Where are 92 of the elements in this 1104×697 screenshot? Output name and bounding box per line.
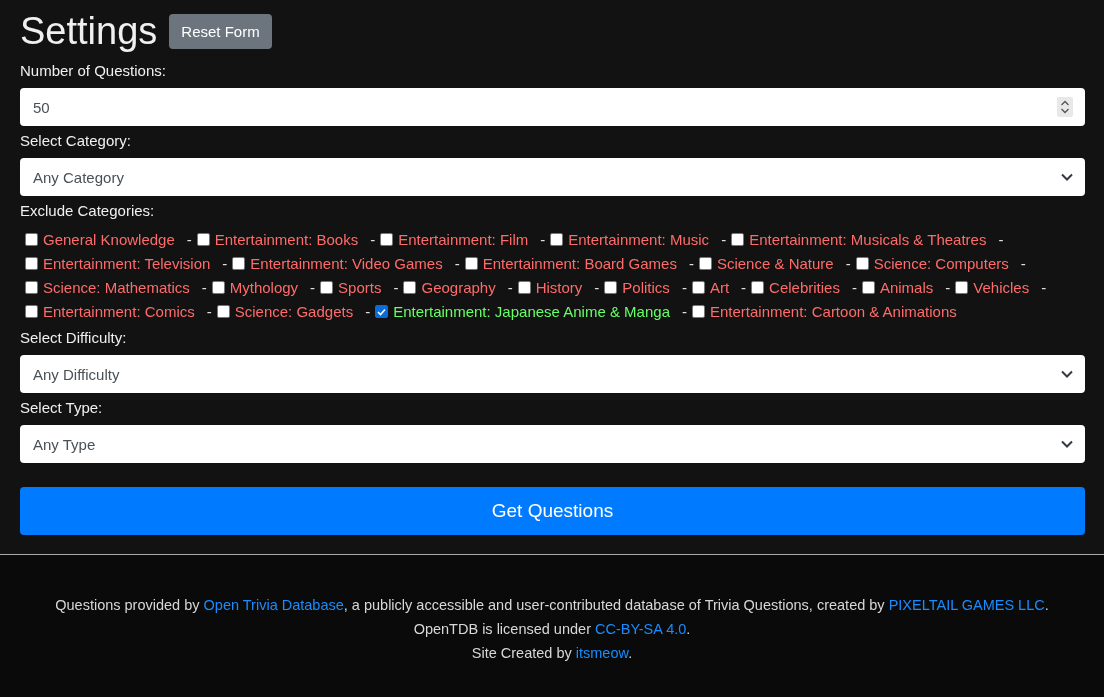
field-label: Number of Questions:	[20, 62, 167, 79]
separator-dash: -	[998, 230, 1004, 249]
category-label[interactable]: Entertainment: Books	[214, 230, 359, 249]
category-label[interactable]: Science: Computers	[873, 254, 1009, 273]
separator-dash: -	[721, 230, 727, 249]
category-label[interactable]: Art	[709, 278, 730, 297]
separator-dash: -	[222, 254, 228, 273]
separator-dash: -	[845, 254, 851, 273]
footer-link[interactable]: PIXELTAIL GAMES LLC	[888, 597, 1045, 613]
reset-form-button[interactable]: Reset Form	[169, 13, 272, 49]
page-title: Settings	[20, 9, 158, 54]
checkbox[interactable]	[211, 281, 225, 294]
category-label[interactable]: History	[535, 278, 583, 297]
category-label[interactable]: Celebrities	[769, 278, 840, 297]
category-label[interactable]: Animals	[879, 278, 934, 297]
select-dropdown[interactable]: Any Category	[20, 158, 1085, 196]
checkbox[interactable]	[550, 233, 564, 246]
checkbox[interactable]	[517, 281, 531, 294]
select-dropdown[interactable]: Any Difficulty	[20, 355, 1085, 393]
checkbox[interactable]	[691, 281, 705, 294]
chevron-down-icon	[1061, 173, 1073, 181]
category-label[interactable]: Entertainment: Film	[398, 230, 529, 249]
category-label[interactable]: Mythology	[229, 278, 299, 297]
separator-dash: -	[186, 230, 192, 249]
category-label[interactable]: Geography	[421, 278, 496, 297]
spinner-icon[interactable]	[1057, 97, 1073, 117]
checkbox[interactable]	[25, 281, 38, 294]
select-dropdown[interactable]: Any Type	[20, 425, 1085, 463]
category-label[interactable]: Entertainment: Board Games	[482, 254, 677, 273]
checkbox[interactable]	[25, 233, 38, 246]
separator-dash: -	[594, 278, 600, 297]
separator-dash: -	[454, 254, 460, 273]
footer-link[interactable]: Open Trivia Database	[203, 597, 344, 613]
checkbox[interactable]	[380, 233, 394, 246]
get-questions-button[interactable]: Get Questions	[20, 487, 1085, 535]
checkbox[interactable]	[731, 233, 745, 246]
category-label[interactable]: Science & Nature	[716, 254, 834, 273]
category-label[interactable]: Politics	[622, 278, 670, 297]
separator-dash: -	[370, 230, 376, 249]
category-label[interactable]: Vehicles	[973, 278, 1030, 297]
checkbox[interactable]	[861, 281, 875, 294]
category-label[interactable]: Science: Mathematics	[43, 278, 190, 297]
separator-dash: -	[1041, 278, 1047, 297]
category-label[interactable]: Entertainment: Comics	[43, 302, 195, 321]
separator-dash: -	[365, 302, 371, 321]
footer-text: OpenTDB is licensed under CC-BY-SA 4.0.	[412, 620, 692, 639]
checkbox[interactable]	[698, 257, 712, 270]
category-label[interactable]: Science: Gadgets	[234, 302, 354, 321]
checkbox[interactable]	[320, 281, 334, 294]
category-label[interactable]: Entertainment: Video Games	[250, 254, 443, 273]
checkbox[interactable]	[692, 305, 705, 318]
field-label: Exclude Categories:	[20, 202, 156, 219]
separator-dash: -	[945, 278, 951, 297]
number-input[interactable]: 50	[20, 88, 1085, 126]
chevron-down-icon	[1061, 440, 1073, 448]
separator-dash: -	[851, 278, 857, 297]
category-label[interactable]: Entertainment: Cartoon & Animations	[710, 302, 957, 321]
checkbox[interactable]	[403, 281, 417, 294]
field-label: Select Difficulty:	[20, 329, 128, 346]
field-label: Select Category:	[20, 132, 132, 149]
separator-dash: -	[688, 254, 694, 273]
category-label[interactable]: Entertainment: Music	[568, 230, 710, 249]
separator-dash: -	[206, 302, 212, 321]
separator-dash: -	[1020, 254, 1026, 273]
checkbox[interactable]	[232, 257, 246, 270]
category-label[interactable]: General Knowledge	[43, 230, 175, 249]
checkbox[interactable]	[751, 281, 765, 294]
separator-dash: -	[682, 302, 687, 321]
checkbox[interactable]	[216, 305, 230, 318]
category-label[interactable]: Entertainment: Musicals & Theatres	[749, 230, 987, 249]
chevron-down-icon	[1061, 370, 1073, 378]
checkbox[interactable]	[375, 305, 389, 318]
footer-text: Site Created by itsmeow.	[470, 644, 634, 663]
separator-dash: -	[681, 278, 687, 297]
checkbox[interactable]	[955, 281, 969, 294]
separator-dash: -	[310, 278, 316, 297]
category-label[interactable]: Sports	[338, 278, 382, 297]
checkbox[interactable]	[855, 257, 869, 270]
category-label[interactable]: Entertainment: Television	[43, 254, 211, 273]
footer-text: Questions provided by Open Trivia Database, a publicly accessible and user-contributed database of Trivia Questions, created by PIXELTAIL GAMES LLC.	[54, 596, 1050, 615]
checkbox[interactable]	[196, 233, 210, 246]
separator-dash: -	[393, 278, 399, 297]
checkbox[interactable]	[25, 257, 38, 270]
checkbox[interactable]	[464, 257, 478, 270]
checkbox[interactable]	[25, 305, 38, 318]
separator-dash: -	[540, 230, 546, 249]
separator-dash: -	[201, 278, 207, 297]
field-label: Select Type:	[20, 399, 104, 416]
checkbox[interactable]	[604, 281, 618, 294]
separator-dash: -	[741, 278, 747, 297]
separator-dash: -	[507, 278, 513, 297]
category-label[interactable]: Entertainment: Japanese Anime & Manga	[393, 302, 670, 321]
